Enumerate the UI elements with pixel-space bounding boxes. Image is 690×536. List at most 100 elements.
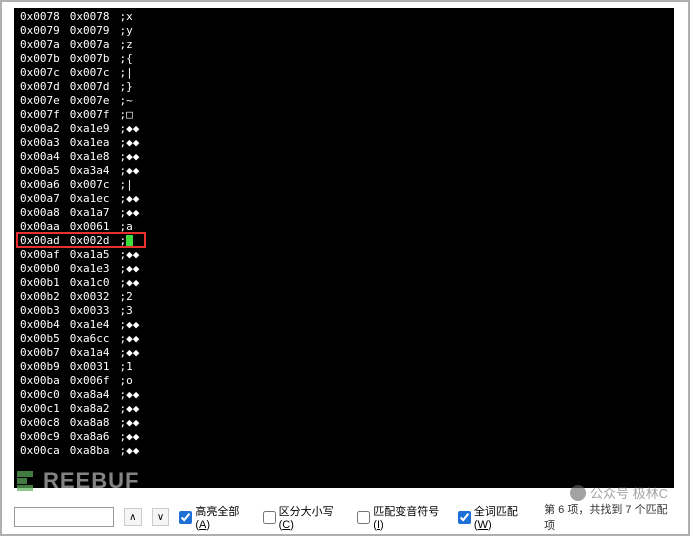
- addr-col-2: 0xa8ba: [70, 444, 110, 458]
- addr-col-1: 0x007b: [20, 52, 60, 66]
- addr-col-2: 0xa8a2: [70, 402, 110, 416]
- char-col: ;◆◆: [120, 150, 140, 164]
- find-bar: ∧ ∨ 高亮全部(A) 区分大小写(C) 匹配变音符号(I) 全词匹配(W) 第…: [14, 504, 676, 530]
- highlight-all-checkbox[interactable]: 高亮全部(A): [179, 503, 252, 531]
- addr-col-1: 0x00b2: [20, 290, 60, 304]
- char-col: ;: [120, 234, 134, 248]
- find-next-button[interactable]: ∨: [152, 508, 170, 526]
- case-sensitive-checkbox[interactable]: 区分大小写(C): [263, 503, 348, 531]
- table-row: 0x00af0xa1a5;◆◆: [20, 248, 668, 262]
- addr-col-1: 0x00a7: [20, 192, 60, 206]
- char-col: ;◆◆: [120, 192, 140, 206]
- addr-col-1: 0x00b3: [20, 304, 60, 318]
- addr-col-2: 0x007d: [70, 80, 110, 94]
- table-row: 0x0078 0x0078 ;x: [20, 10, 668, 24]
- table-row: 0x00a8 0xa1a7 ;◆◆: [20, 206, 668, 220]
- addr-col-1: 0x0078: [20, 10, 60, 24]
- addr-col-1: 0x00b0: [20, 262, 60, 276]
- table-row: 0x00b30x0033;3: [20, 304, 668, 318]
- char-col: ;y: [120, 24, 133, 38]
- cursor-icon: [126, 235, 133, 247]
- addr-col-2: 0xa1e4: [70, 318, 110, 332]
- table-row: 0x00c1 0xa8a2 ;◆◆: [20, 402, 668, 416]
- addr-col-1: 0x00c9: [20, 430, 60, 444]
- addr-col-2: 0x002d: [70, 234, 110, 248]
- table-row: 0x00b7 0xa1a4 ;◆◆: [20, 346, 668, 360]
- search-input[interactable]: [14, 507, 114, 527]
- table-row: 0x00b5 0xa6cc ;◆◆: [20, 332, 668, 346]
- table-row: 0x00b2 0x0032 ;2: [20, 290, 668, 304]
- table-row: 0x00c00xa8a4;◆◆: [20, 388, 668, 402]
- addr-col-2: 0x007c: [70, 178, 110, 192]
- addr-col-1: 0x007c: [20, 66, 60, 80]
- table-row: 0x00a6 0x007c ;|: [20, 178, 668, 192]
- addr-col-1: 0x00a8: [20, 206, 60, 220]
- table-row: 0x00b00xa1e3;◆◆: [20, 262, 668, 276]
- char-col: ;}: [120, 80, 133, 94]
- whole-word-input[interactable]: [458, 511, 471, 524]
- table-row: 0x00ba0x006f;o: [20, 374, 668, 388]
- addr-col-1: 0x00ad: [20, 234, 60, 248]
- char-col: ;|: [120, 66, 133, 80]
- addr-col-2: 0xa1a7: [70, 206, 110, 220]
- find-prev-button[interactable]: ∧: [124, 508, 142, 526]
- char-col: ;|: [120, 178, 133, 192]
- char-col: ;◆◆: [120, 444, 140, 458]
- addr-col-2: 0xa1ec: [70, 192, 110, 206]
- char-col: ;o: [120, 374, 133, 388]
- char-col: ;◆◆: [120, 206, 140, 220]
- addr-col-1: 0x00ca: [20, 444, 60, 458]
- whole-word-checkbox[interactable]: 全词匹配(W): [458, 503, 534, 531]
- addr-col-2: 0x007e: [70, 94, 110, 108]
- addr-col-2: 0xa6cc: [70, 332, 110, 346]
- addr-col-1: 0x00c8: [20, 416, 60, 430]
- char-col: ;◆◆: [120, 416, 140, 430]
- char-col: ;x: [120, 10, 133, 24]
- table-row: 0x00b10xa1c0;◆◆: [20, 276, 668, 290]
- char-col: ;◆◆: [120, 276, 140, 290]
- char-col: ;◆◆: [120, 262, 140, 276]
- table-row: 0x00c90xa8a6;◆◆: [20, 430, 668, 444]
- table-row: 0x007d 0x007d;}: [20, 80, 668, 94]
- highlight-all-input[interactable]: [179, 511, 192, 524]
- table-row: 0x00a7 0xa1ec ;◆◆: [20, 192, 668, 206]
- table-row: 0x007a0x007a;z: [20, 38, 668, 52]
- case-sensitive-input[interactable]: [263, 511, 276, 524]
- addr-col-2: 0xa1e8: [70, 150, 110, 164]
- char-col: ;◆◆: [120, 332, 140, 346]
- wechat-watermark: 公众号 极林C: [570, 483, 668, 502]
- addr-col-2: 0xa1c0: [70, 276, 110, 290]
- freebuf-logo-icon: [17, 471, 41, 491]
- char-col: ;◆◆: [120, 346, 140, 360]
- addr-col-1: 0x007d: [20, 80, 60, 94]
- char-col: ;◆◆: [120, 388, 140, 402]
- addr-col-2: 0x006f: [70, 374, 110, 388]
- char-col: ;2: [120, 290, 133, 304]
- wechat-icon: [570, 485, 586, 501]
- diacritics-checkbox[interactable]: 匹配变音符号(I): [357, 503, 448, 531]
- diacritics-input[interactable]: [357, 511, 370, 524]
- table-row: 0x007b0x007b;{: [20, 52, 668, 66]
- addr-col-1: 0x00a6: [20, 178, 60, 192]
- char-col: ;{: [120, 52, 133, 66]
- addr-col-1: 0x00b4: [20, 318, 60, 332]
- addr-col-2: 0xa1a4: [70, 346, 110, 360]
- table-row: 0x00ad 0x002d;: [20, 234, 668, 248]
- table-row: 0x00c80xa8a8;◆◆: [20, 416, 668, 430]
- addr-col-2: 0xa8a6: [70, 430, 110, 444]
- table-row: 0x00b40xa1e4;◆◆: [20, 318, 668, 332]
- table-row: 0x00ca 0xa8ba ;◆◆: [20, 444, 668, 458]
- addr-col-2: 0x0078: [70, 10, 110, 24]
- char-col: ;□: [120, 108, 133, 122]
- addr-col-2: 0x0032: [70, 290, 110, 304]
- char-col: ;1: [120, 360, 133, 374]
- addr-col-1: 0x00a2: [20, 122, 60, 136]
- addr-col-1: 0x007f: [20, 108, 60, 122]
- addr-col-1: 0x00b7: [20, 346, 60, 360]
- addr-col-2: 0x0079: [70, 24, 110, 38]
- addr-col-1: 0x00c1: [20, 402, 60, 416]
- addr-col-1: 0x00b5: [20, 332, 60, 346]
- addr-col-1: 0x00a3: [20, 136, 60, 150]
- char-col: ;◆◆: [120, 402, 140, 416]
- char-col: ;3: [120, 304, 133, 318]
